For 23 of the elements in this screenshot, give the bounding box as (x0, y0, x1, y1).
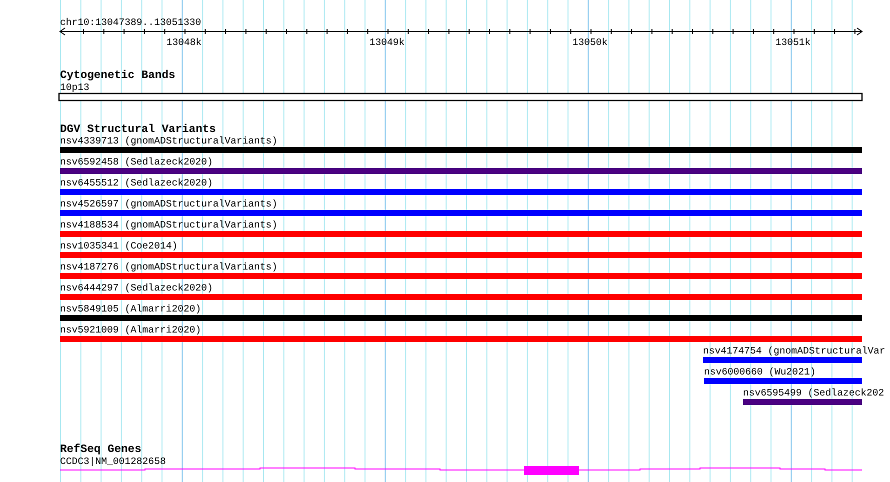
variant-label: nsv4526597 (gnomADStructuralVariants) (60, 198, 278, 210)
variant-label: nsv6455512 (Sedlazeck2020) (60, 178, 213, 188)
track-title: RefSeq Genes (60, 444, 142, 456)
region-title: chr10:13047389..13051330 (60, 17, 202, 28)
track-title: Cytogenetic Bands (60, 70, 176, 82)
band-label: 10p13 (60, 82, 90, 93)
variant-label: nsv5849105 (Almarri2020) (60, 304, 202, 314)
tick-label: 13049k (369, 37, 405, 48)
variant-label: nsv4187276 (gnomADStructuralVariants) (60, 262, 278, 272)
variant-label: nsv6444297 (Sedlazeck2020) (60, 282, 213, 294)
variant-label: nsv6595499 (Sedlazeck202 (743, 388, 884, 398)
variant-label: nsv4339713 (gnomADStructuralVariants) (60, 136, 278, 146)
variant-label: nsv4174754 (gnomADStructuralVar (703, 346, 886, 356)
tick-label: 13051k (775, 37, 811, 48)
variant-label: nsv5921009 (Almarri2020) (60, 324, 202, 336)
variant-label: nsv6000660 (Wu2021) (704, 366, 816, 378)
gene-label: CCDC3|NM_001282658 (60, 456, 166, 467)
variant-label: nsv1035341 (Coe2014) (60, 240, 178, 252)
variant-label: nsv6592458 (Sedlazeck2020) (60, 156, 213, 168)
variant-label: nsv4188534 (gnomADStructuralVariants) (60, 220, 278, 230)
track-title: DGV Structural Variants (60, 124, 216, 136)
tick-label: 13048k (166, 37, 202, 48)
tick-label: 13050k (572, 37, 608, 48)
